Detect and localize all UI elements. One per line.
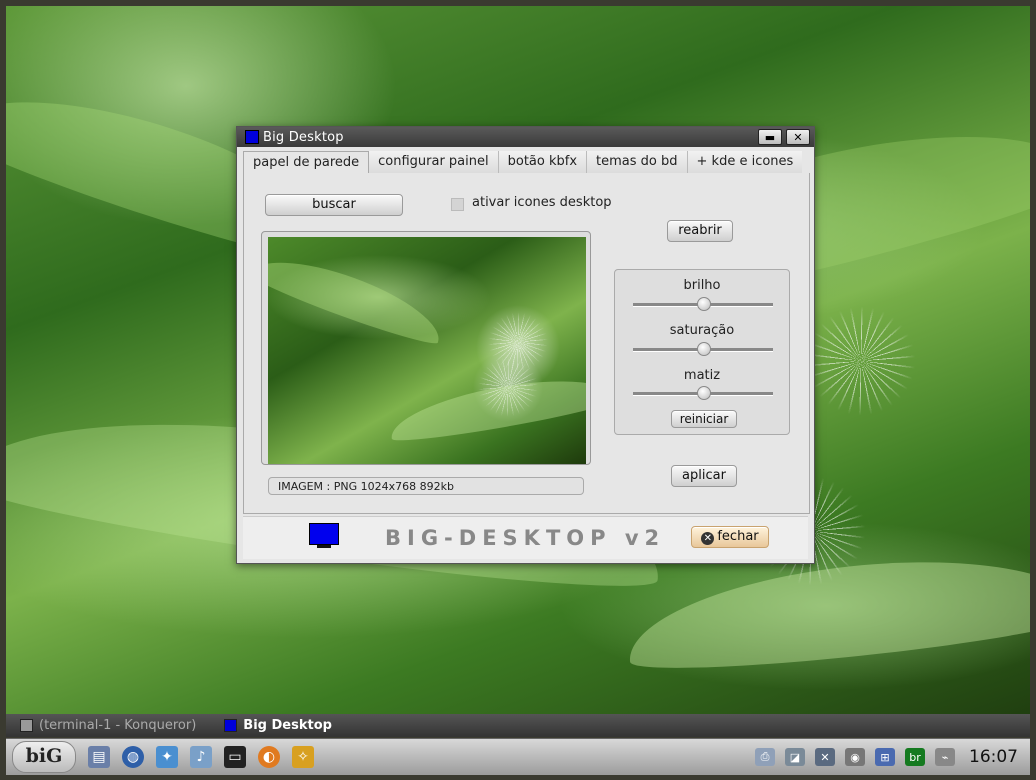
kde-panel: biG ▤ ◍ ✦ ♪ ▭ ◐ ✧ ⎙ ◪ ✕ ◉ ⊞ br ⌁ 16:07 xyxy=(6,738,1030,775)
big-desktop-window: Big Desktop ▬ ✕ papel de parede configur… xyxy=(236,126,815,564)
brand-title: BIG-DESKTOP v2 xyxy=(385,526,666,550)
taskbar: (terminal-1 - Konqueror) Big Desktop xyxy=(6,714,1030,737)
aplicar-button[interactable]: aplicar xyxy=(671,465,737,487)
matiz-slider-handle[interactable] xyxy=(697,386,711,400)
close-circle-icon: ✕ xyxy=(701,532,715,545)
brilho-slider-handle[interactable] xyxy=(697,297,711,311)
monitor-icon xyxy=(309,523,339,549)
power-plug-icon[interactable]: ⌁ xyxy=(935,748,955,766)
keyboard-layout-badge[interactable]: br xyxy=(905,748,925,766)
reabrir-button[interactable]: reabrir xyxy=(667,220,733,242)
buscar-button[interactable]: buscar xyxy=(265,194,403,216)
task-big-desktop[interactable]: Big Desktop xyxy=(210,714,346,737)
monitor-stand xyxy=(317,545,331,548)
konqueror-document-icon xyxy=(20,719,33,732)
fechar-button[interactable]: ✕ fechar xyxy=(691,526,769,548)
clock: 16:07 xyxy=(969,747,1018,767)
saturacao-slider-handle[interactable] xyxy=(697,342,711,356)
task-big-desktop-label: Big Desktop xyxy=(243,718,332,733)
close-window-button[interactable]: ✕ xyxy=(786,129,810,145)
preview-dandelion xyxy=(478,357,538,417)
tab-papel-de-parede[interactable]: papel de parede xyxy=(243,151,370,175)
tools-icon[interactable]: ✕ xyxy=(815,748,835,766)
brilho-label: brilho xyxy=(683,278,721,293)
matiz-slider[interactable] xyxy=(633,386,773,400)
saturacao-label: saturação xyxy=(669,323,735,338)
image-info-field: IMAGEM : PNG 1024x768 892kb xyxy=(268,477,584,495)
tab-configurar-painel[interactable]: configurar painel xyxy=(369,151,499,173)
matiz-label: matiz xyxy=(683,368,721,383)
tab-botao-kbfx[interactable]: botão kbfx xyxy=(498,151,588,173)
file-manager-icon[interactable]: ▤ xyxy=(88,746,110,768)
window-footer: BIG-DESKTOP v2 ✕ fechar xyxy=(243,516,808,559)
adjustment-panel: brilho saturação matiz reiniciar xyxy=(614,269,790,435)
ativar-icones-label: ativar icones desktop xyxy=(472,195,612,210)
task-konqueror[interactable]: (terminal-1 - Konqueror) xyxy=(6,714,210,737)
clipboard-icon[interactable]: ⎙ xyxy=(755,748,775,766)
task-konqueror-label: (terminal-1 - Konqueror) xyxy=(39,718,197,733)
minimize-button[interactable]: ▬ xyxy=(758,129,782,145)
wallpaper-preview-frame xyxy=(261,231,591,465)
preview-leaf xyxy=(268,244,449,350)
wallpaper-tab-panel: buscar ativar icones desktop reabrir IMA… xyxy=(243,173,810,514)
office-icon[interactable]: ✧ xyxy=(292,746,314,768)
ativar-icones-checkbox[interactable] xyxy=(451,198,464,211)
wallpaper-preview-image xyxy=(268,237,586,464)
messenger-icon[interactable]: ✦ xyxy=(156,746,178,768)
eye-icon[interactable]: ◉ xyxy=(845,748,865,766)
tab-temas-do-bd[interactable]: temas do bd xyxy=(587,151,688,173)
brilho-slider[interactable] xyxy=(633,297,773,311)
music-player-icon[interactable]: ♪ xyxy=(190,746,212,768)
big-desktop-app-icon xyxy=(245,130,259,144)
monitor-screen xyxy=(309,523,339,545)
saturacao-slider[interactable] xyxy=(633,342,773,356)
big-desktop-task-icon xyxy=(224,719,238,732)
big-menu-button[interactable]: biG xyxy=(12,741,76,773)
fechar-label: fechar xyxy=(717,529,759,544)
terminal-icon[interactable]: ▭ xyxy=(224,746,246,768)
device-icon[interactable]: ◪ xyxy=(785,748,805,766)
firefox-icon[interactable]: ◐ xyxy=(258,746,280,768)
tab-bar: papel de parede configurar painel botão … xyxy=(243,151,808,175)
window-titlebar[interactable]: Big Desktop ▬ ✕ xyxy=(237,127,814,147)
reiniciar-button[interactable]: reiniciar xyxy=(671,410,737,428)
tab-kde-e-icones[interactable]: + kde e icones xyxy=(687,151,803,173)
network-icon[interactable]: ⊞ xyxy=(875,748,895,766)
web-browser-globe-icon[interactable]: ◍ xyxy=(122,746,144,768)
dandelion-seed xyxy=(806,306,916,416)
window-title: Big Desktop xyxy=(263,129,344,145)
